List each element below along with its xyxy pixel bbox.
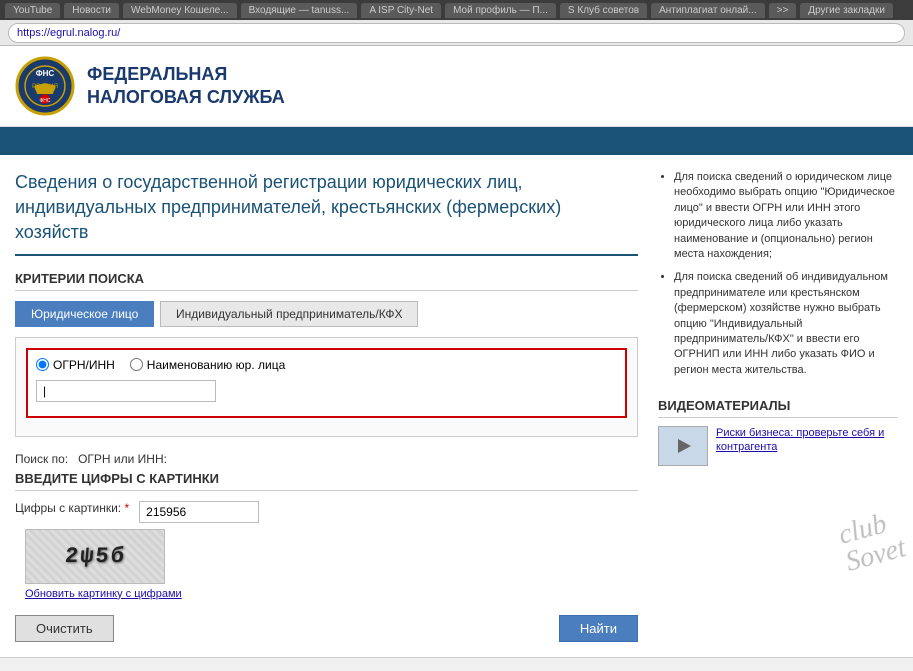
radio-name-text: Наименованию юр. лица xyxy=(147,358,285,372)
search-box-highlighted: ОГРН/ИНН Наименованию юр. лица xyxy=(26,348,627,418)
radio-ogrn-text: ОГРН/ИНН xyxy=(53,358,115,372)
tab-juridical[interactable]: Юридическое лицо xyxy=(15,301,154,327)
captcha-image: 2ψ5б xyxy=(25,529,165,584)
tab-profile[interactable]: Мой профиль — П... xyxy=(445,3,556,18)
info-item-1: Для поиска сведений о юридическом лице н… xyxy=(674,170,898,262)
video-thumbnail xyxy=(658,426,708,466)
captcha-row: Цифры с картинки: * xyxy=(15,501,638,523)
nav-bar xyxy=(0,127,913,155)
radio-ogrn[interactable] xyxy=(36,358,49,371)
tab-news[interactable]: Новости xyxy=(64,3,119,18)
captcha-display-text: 2ψ5б xyxy=(64,544,127,569)
tab-youtube[interactable]: YouTube xyxy=(5,3,60,18)
browser-tabs-bar: YouTube Новости WebMoney Кошеле... Входя… xyxy=(0,0,913,20)
video-link-1[interactable]: Риски бизнеса: проверьте себя и контраге… xyxy=(716,426,898,455)
captcha-section: ВВЕДИТЕ ЦИФРЫ С КАРТИНКИ Цифры с картинк… xyxy=(15,471,638,600)
site-header: ФНС РОССИЯ ФНС ФЕДЕРАЛЬНАЯ НАЛОГОВАЯ СЛУ… xyxy=(0,46,913,127)
video-item-1: Риски бизнеса: проверьте себя и контраге… xyxy=(658,426,898,466)
radio-name[interactable] xyxy=(130,358,143,371)
search-form: ОГРН/ИНН Наименованию юр. лица xyxy=(15,337,638,437)
ogrn-row xyxy=(36,380,617,402)
page-title: Сведения о государственной регистрации ю… xyxy=(15,170,638,256)
tab-antiplag[interactable]: Антиплагиат онлай... xyxy=(651,3,765,18)
address-bar xyxy=(0,20,913,46)
captcha-input[interactable] xyxy=(139,501,259,523)
search-criteria-section: КРИТЕРИИ ПОИСКА Юридическое лицо Индивид… xyxy=(15,271,638,642)
fns-logo: ФНС РОССИЯ ФНС xyxy=(15,56,75,116)
svg-text:ФНС: ФНС xyxy=(39,98,50,104)
refresh-captcha-link[interactable]: Обновить картинку с цифрами xyxy=(25,588,638,600)
video-section-title: ВИДЕОМАТЕРИАЛЫ xyxy=(658,398,898,418)
left-column: Сведения о государственной регистрации ю… xyxy=(15,170,638,642)
main-area: Сведения о государственной регистрации ю… xyxy=(0,155,913,657)
outer-search-row: Поиск по: ОГРН или ИНН: xyxy=(15,452,638,466)
required-star: * xyxy=(124,501,129,515)
page-content: ФНС РОССИЯ ФНС ФЕДЕРАЛЬНАЯ НАЛОГОВАЯ СЛУ… xyxy=(0,46,913,657)
tab-bookmarks[interactable]: Другие закладки xyxy=(800,3,893,18)
captcha-image-area: 2ψ5б Обновить картинку с цифрами xyxy=(25,529,638,600)
tab-more[interactable]: >> xyxy=(769,3,797,18)
bottom-scrollbar xyxy=(0,657,913,671)
search-button[interactable]: Найти xyxy=(559,615,638,642)
info-item-2: Для поиска сведений об индивидуальном пр… xyxy=(674,270,898,378)
search-by-label: Поиск по: xyxy=(15,452,68,466)
address-input[interactable] xyxy=(8,23,905,43)
video-section: ВИДЕОМАТЕРИАЛЫ Риски бизнеса: проверьте … xyxy=(658,398,898,466)
captcha-label: Цифры с картинки: * xyxy=(15,501,129,515)
search-radio-row: ОГРН/ИНН Наименованию юр. лица xyxy=(36,358,617,372)
tab-club[interactable]: S Клуб советов xyxy=(560,3,647,18)
radio-name-label[interactable]: Наименованию юр. лица xyxy=(130,358,285,372)
right-column: Для поиска сведений о юридическом лице н… xyxy=(658,170,898,642)
info-list: Для поиска сведений о юридическом лице н… xyxy=(658,170,898,378)
ogrn-label: ОГРН или ИНН: xyxy=(78,452,167,466)
clear-button[interactable]: Очистить xyxy=(15,615,114,642)
radio-ogrn-label[interactable]: ОГРН/ИНН xyxy=(36,358,115,372)
header-title: ФЕДЕРАЛЬНАЯ НАЛОГОВАЯ СЛУЖБА xyxy=(87,63,285,110)
svg-text:ФНС: ФНС xyxy=(36,69,55,78)
tab-webmoney[interactable]: WebMoney Кошеле... xyxy=(123,3,237,18)
search-tabs: Юридическое лицо Индивидуальный предприн… xyxy=(15,301,638,327)
tab-individual[interactable]: Индивидуальный предприниматель/КФХ xyxy=(160,301,419,327)
button-row: Очистить Найти xyxy=(15,615,638,642)
captcha-heading: ВВЕДИТЕ ЦИФРЫ С КАРТИНКИ xyxy=(15,471,638,491)
search-criteria-heading: КРИТЕРИИ ПОИСКА xyxy=(15,271,638,291)
ogrn-input[interactable] xyxy=(36,380,216,402)
tab-isp[interactable]: A ISP City-Net xyxy=(361,3,441,18)
tab-inbox[interactable]: Входящие — tanuss... xyxy=(241,3,358,18)
